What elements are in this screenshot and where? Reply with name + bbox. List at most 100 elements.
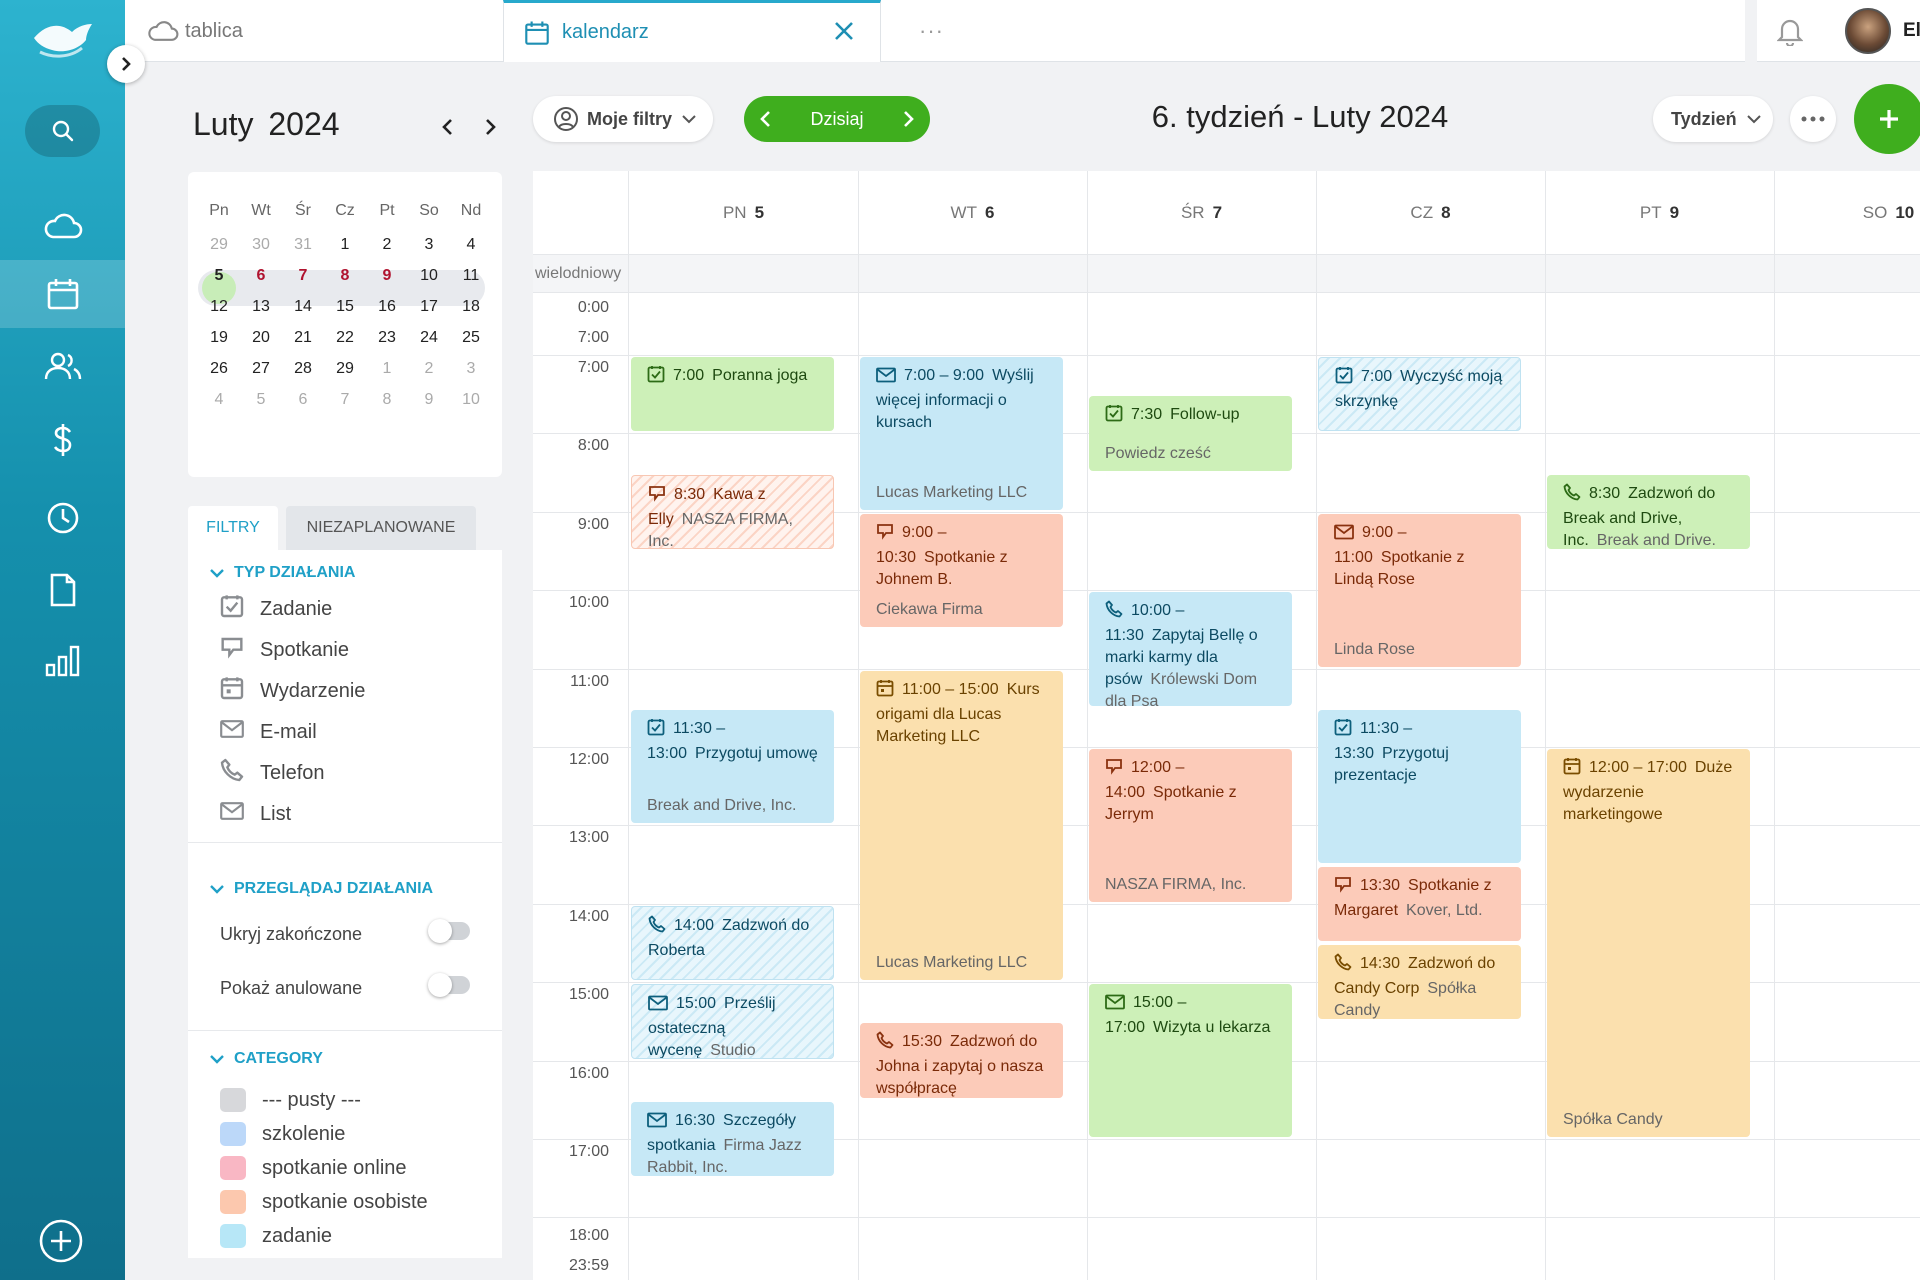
- category-filter-item[interactable]: --- pusty ---: [220, 1088, 361, 1112]
- mini-day[interactable]: 23: [366, 321, 408, 355]
- type-filter-event[interactable]: Wydarzenie: [220, 676, 365, 706]
- tab-filters[interactable]: FILTRY: [188, 506, 278, 550]
- calendar-event[interactable]: 11:30 – 13:00 Przygotuj umowę Break and Dr…: [631, 709, 834, 824]
- mini-day[interactable]: 30: [240, 228, 282, 262]
- browse-section[interactable]: PRZEGLĄDAJ DZIAŁANIA: [210, 880, 433, 898]
- prev-week-button[interactable]: [758, 109, 774, 129]
- calendar-event[interactable]: 15:00 Prześlij ostateczną wycenę Studio: [631, 984, 834, 1059]
- view-select[interactable]: Tydzień: [1653, 96, 1773, 142]
- mini-day[interactable]: 7: [324, 383, 366, 417]
- calendar-event[interactable]: 15:30 Zadzwoń do Johna i zapytaj o nasza …: [860, 1023, 1063, 1098]
- add-module-button[interactable]: [38, 1218, 84, 1269]
- close-icon[interactable]: [832, 19, 856, 43]
- type-filter-phone[interactable]: Telefon: [220, 758, 325, 788]
- calendar-event[interactable]: 12:00 – 14:00 Spotkanie z Jerrym NASZA FIR…: [1089, 749, 1292, 902]
- calendar-event[interactable]: 7:00 – 9:00 Wyślij więcej informacji o ku…: [860, 357, 1063, 510]
- mini-day[interactable]: 3: [450, 352, 492, 386]
- mini-day[interactable]: 11: [450, 259, 492, 293]
- day-header-śr[interactable]: ŚR 7: [1087, 171, 1316, 254]
- calendar-event[interactable]: 11:30 – 13:30 Przygotuj prezentacje: [1318, 709, 1521, 863]
- tab-more[interactable]: ···: [881, 0, 1011, 62]
- nav-contacts[interactable]: [0, 332, 125, 400]
- calendar-event[interactable]: 11:00 – 15:00 Kurs origami dla Lucas Mark…: [860, 670, 1063, 981]
- mini-prev-button[interactable]: [440, 112, 456, 144]
- calendar-event[interactable]: 10:00 – 11:30 Zapytaj Bellę o marki karmy…: [1089, 592, 1292, 706]
- next-week-button[interactable]: [900, 109, 916, 129]
- more-options-button[interactable]: [1790, 96, 1836, 142]
- category-section[interactable]: CATEGORY: [210, 1050, 323, 1068]
- mini-day[interactable]: 10: [408, 259, 450, 293]
- day-header-wt[interactable]: WT 6: [858, 171, 1087, 254]
- notifications-button[interactable]: [1776, 16, 1804, 51]
- hide-completed-toggle[interactable]: [428, 919, 470, 943]
- mini-day[interactable]: 20: [240, 321, 282, 355]
- mini-day[interactable]: 13: [240, 290, 282, 324]
- mini-day[interactable]: 5: [240, 383, 282, 417]
- mini-day[interactable]: 26: [198, 352, 240, 386]
- mini-day[interactable]: 25: [450, 321, 492, 355]
- calendar-event[interactable]: 8:30 Kawa z Elly NASZA FIRMA, Inc.: [631, 474, 834, 549]
- calendar-event[interactable]: 9:00 – 11:00 Spotkanie z Lindą Rose Linda …: [1318, 513, 1521, 667]
- mini-day[interactable]: 19: [198, 321, 240, 355]
- calendar-event[interactable]: 13:30 Spotkanie z Margaret Kover, Ltd.: [1318, 866, 1521, 941]
- calendar-event[interactable]: 7:00 Poranna joga: [631, 357, 834, 432]
- mini-day[interactable]: 5: [198, 259, 240, 293]
- calendar-event[interactable]: 7:30 Follow-up Powiedz cześć: [1089, 396, 1292, 471]
- mini-day[interactable]: 17: [408, 290, 450, 324]
- day-header-so[interactable]: SO 10: [1774, 171, 1920, 254]
- mini-day[interactable]: 27: [240, 352, 282, 386]
- tab-dashboard[interactable]: tablica: [125, 0, 503, 62]
- mini-next-button[interactable]: [482, 112, 498, 144]
- day-header-cz[interactable]: CZ 8: [1316, 171, 1545, 254]
- day-header-pn[interactable]: PN 5: [629, 171, 858, 254]
- mini-day[interactable]: 8: [366, 383, 408, 417]
- mini-day[interactable]: 3: [408, 228, 450, 262]
- mini-day[interactable]: 29: [198, 228, 240, 262]
- category-filter-item[interactable]: spotkanie osobiste: [220, 1190, 428, 1214]
- mini-day[interactable]: 12: [198, 290, 240, 324]
- nav-deals[interactable]: [0, 406, 125, 474]
- mini-day[interactable]: 2: [408, 352, 450, 386]
- mini-day[interactable]: 9: [366, 259, 408, 293]
- mini-day[interactable]: 18: [450, 290, 492, 324]
- search-button[interactable]: [25, 105, 100, 157]
- mini-day[interactable]: 21: [282, 321, 324, 355]
- calendar-event[interactable]: 16:30 Szczegóły spotkania Firma Jazz Rabbi…: [631, 1101, 834, 1177]
- calendar-event[interactable]: 14:30 Zadzwoń do Candy Corp Spółka Candy: [1318, 945, 1521, 1020]
- mini-day[interactable]: 2: [366, 228, 408, 262]
- nav-reports[interactable]: [0, 626, 125, 694]
- nav-dashboard[interactable]: [0, 192, 125, 260]
- nav-documents[interactable]: [0, 556, 125, 624]
- mini-day[interactable]: 15: [324, 290, 366, 324]
- mini-day[interactable]: 24: [408, 321, 450, 355]
- calendar-event[interactable]: 9:00 – 10:30 Spotkanie z Johnem B. Ciekawa…: [860, 513, 1063, 628]
- mini-day[interactable]: 31: [282, 228, 324, 262]
- mini-day[interactable]: 29: [324, 352, 366, 386]
- mini-day[interactable]: 4: [450, 228, 492, 262]
- nav-time[interactable]: [0, 484, 125, 552]
- type-filter-meeting[interactable]: Spotkanie: [220, 635, 349, 665]
- mini-day[interactable]: 1: [366, 352, 408, 386]
- mini-day[interactable]: 10: [450, 383, 492, 417]
- today-button[interactable]: Dzisiaj: [810, 109, 863, 130]
- add-event-button[interactable]: [1854, 84, 1920, 154]
- mini-day[interactable]: 4: [198, 383, 240, 417]
- mini-day[interactable]: 6: [240, 259, 282, 293]
- calendar-event[interactable]: 7:00 Wyczyść moją skrzynkę: [1318, 357, 1521, 432]
- type-filter-task[interactable]: Zadanie: [220, 594, 332, 624]
- nav-calendar[interactable]: [0, 260, 125, 328]
- app-logo-icon[interactable]: [30, 18, 94, 65]
- calendar-event[interactable]: 14:00 Zadzwoń do Roberta: [631, 905, 834, 981]
- category-filter-item[interactable]: szkolenie: [220, 1122, 345, 1146]
- category-filter-item[interactable]: zadanie: [220, 1224, 332, 1248]
- user-name[interactable]: Ell: [1903, 20, 1920, 42]
- category-filter-item[interactable]: spotkanie online: [220, 1156, 407, 1180]
- type-filter-email[interactable]: E-mail: [220, 717, 317, 747]
- calendar-event[interactable]: 12:00 – 17:00 Duże wydarzenie marketingow…: [1547, 749, 1750, 1137]
- mini-day[interactable]: 7: [282, 259, 324, 293]
- day-header-pt[interactable]: PT 9: [1545, 171, 1774, 254]
- mini-day[interactable]: 14: [282, 290, 324, 324]
- mini-day[interactable]: 9: [408, 383, 450, 417]
- calendar-event[interactable]: 8:30 Zadzwoń do Break and Drive, Inc. Brea…: [1547, 474, 1750, 549]
- show-cancelled-toggle[interactable]: [428, 973, 470, 997]
